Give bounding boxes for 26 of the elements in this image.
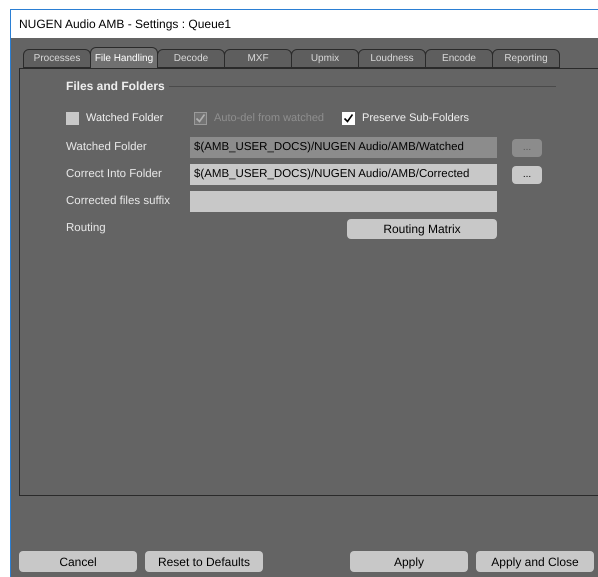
dialog-button[interactable]: Apply [350,551,468,572]
field-label: Correct Into Folder [66,166,163,182]
dialog-button[interactable]: Cancel [19,551,137,572]
field-label: Routing [66,220,107,236]
tab[interactable]: File Handling [90,47,158,68]
window-title: NUGEN Audio AMB - Settings : Queue1 [19,16,232,33]
checkbox-label: Watched Folder [86,110,164,126]
routing-matrix-button[interactable]: Routing Matrix [347,218,497,238]
tab[interactable]: Reporting [492,49,560,68]
dialog-button[interactable]: Reset to Defaults [145,551,263,572]
section-title: Files and Folders [66,78,165,95]
checkbox[interactable] [342,112,355,124]
browse-button[interactable]: ... [512,166,542,184]
tab[interactable]: Upmix [291,49,359,68]
tab[interactable]: MXF [224,49,292,68]
field-label: Watched Folder [66,140,148,155]
field-label: Corrected files suffix [66,194,171,209]
checkbox-label: Preserve Sub-Folders [362,110,469,126]
path-field[interactable]: $(AMB_USER_DOCS)/NUGEN Audio/AMB/Corrected [190,164,497,185]
tab[interactable]: Loudness [358,49,426,68]
checkbox[interactable] [66,112,79,124]
dialog-button[interactable]: Apply and Close [476,551,594,572]
tab[interactable]: Encode [425,49,493,68]
input-field[interactable] [190,191,497,212]
tab[interactable]: Processes [23,49,91,68]
tab[interactable]: Decode [157,49,225,68]
